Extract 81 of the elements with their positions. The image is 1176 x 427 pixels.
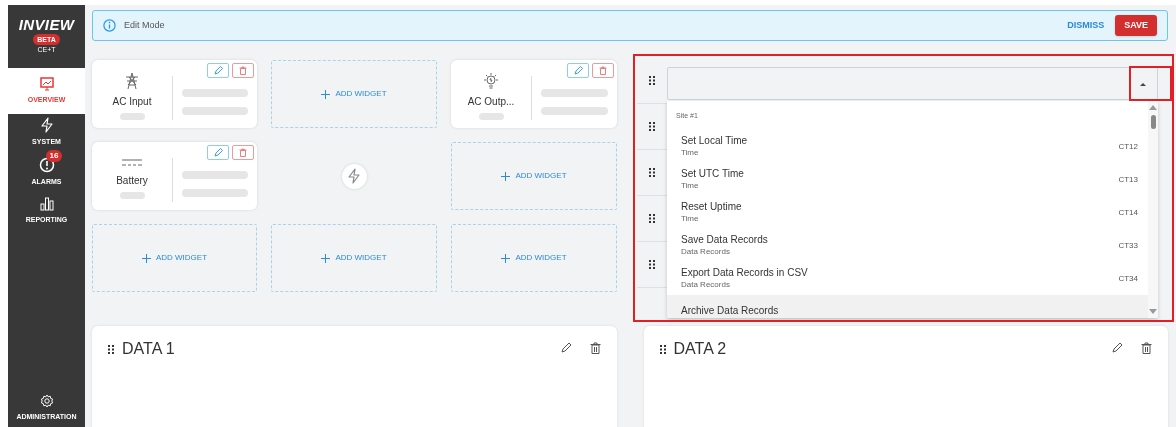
add-widget-button[interactable]: ADD WIDGET (271, 60, 437, 128)
option-code: CT34 (1118, 272, 1138, 285)
scroll-up-icon (1149, 104, 1157, 110)
plus-icon (321, 89, 331, 99)
option-code: CT12 (1118, 140, 1138, 153)
option-code: CT33 (1118, 239, 1138, 252)
plus-icon (501, 171, 511, 181)
power-tower-icon (123, 72, 141, 90)
plus-icon (501, 253, 511, 263)
value-placeholder (182, 189, 248, 197)
add-widget-button[interactable]: ADD WIDGET (451, 142, 617, 210)
battery-icon (121, 157, 143, 169)
lightbulb-icon (482, 72, 500, 90)
option-category: Time (681, 213, 700, 224)
delete-button[interactable] (1141, 342, 1152, 354)
option-category: Time (681, 180, 700, 191)
lightning-icon (347, 168, 361, 184)
value-placeholder (541, 107, 608, 115)
option-code: CT13 (1118, 173, 1138, 186)
pencil-icon (213, 66, 223, 75)
drag-handle-icon (108, 345, 114, 354)
add-widget-button[interactable]: ADD WIDGET (451, 224, 617, 292)
alarm-count-badge: 16 (45, 149, 63, 162)
option-label: Export Data Records in CSV (681, 267, 808, 280)
value-placeholder (541, 89, 608, 97)
edit-button[interactable] (1112, 342, 1123, 353)
value-placeholder (119, 192, 145, 199)
option-label: Reset Uptime (681, 201, 742, 214)
add-widget-button[interactable]: ADD WIDGET (271, 224, 437, 292)
value-placeholder (182, 107, 248, 115)
pencil-icon (213, 148, 223, 157)
bar-chart-icon (39, 196, 54, 211)
gear-icon (39, 393, 54, 408)
trash-icon (599, 66, 607, 75)
brand-logo: INVIEW (18, 16, 75, 33)
scrollbar-thumb[interactable] (1151, 115, 1156, 129)
value-placeholder (478, 113, 504, 120)
option-label: Save Data Records (681, 234, 768, 247)
pencil-icon (573, 66, 583, 75)
add-widget-button[interactable]: ADD WIDGET (92, 224, 257, 292)
trash-icon (589, 342, 601, 354)
option-category: Data Records (681, 279, 731, 290)
option-label: Set UTC Time (681, 168, 744, 181)
drag-handle-icon (649, 76, 655, 85)
delete-button[interactable] (589, 342, 601, 354)
value-placeholder (119, 113, 145, 120)
info-icon (103, 19, 116, 32)
save-button[interactable]: SAVE (1115, 15, 1157, 36)
scroll-down-icon (1149, 309, 1157, 315)
pencil-icon (560, 342, 572, 353)
banner-message: Edit Mode (124, 18, 166, 32)
monitor-icon (39, 76, 54, 91)
card-title: DATA 2 (673, 340, 728, 358)
drag-handle-icon (649, 168, 655, 177)
plus-icon (321, 253, 331, 263)
option-category: Data Records (681, 246, 731, 257)
option-category: Time (681, 147, 700, 158)
trash-icon (239, 66, 247, 75)
trash-icon (239, 148, 247, 157)
widget-label: AC Outp... (467, 95, 515, 109)
option-code: CT14 (1118, 206, 1138, 219)
plus-icon (141, 253, 151, 263)
pencil-icon (1112, 342, 1123, 353)
value-placeholder (182, 89, 248, 97)
dropdown-option[interactable]: Archive Data Records (667, 295, 1148, 318)
drag-handle-icon (649, 214, 655, 223)
option-label: Set Local Time (681, 135, 748, 148)
caret-up-icon (1140, 81, 1146, 86)
alert-icon (38, 156, 55, 173)
edit-button[interactable] (560, 342, 572, 353)
card-title: DATA 1 (122, 340, 176, 358)
lightning-icon (39, 116, 54, 133)
drag-handle-icon (659, 345, 666, 354)
value-placeholder (182, 171, 248, 179)
option-label: Archive Data Records (681, 305, 779, 318)
widget-label: AC Input (112, 95, 152, 109)
widget-label: Battery (116, 174, 148, 188)
drag-handle-icon (649, 122, 655, 131)
trash-icon (1141, 342, 1152, 354)
drag-handle-icon (649, 260, 655, 269)
select-field[interactable] (667, 67, 1158, 100)
